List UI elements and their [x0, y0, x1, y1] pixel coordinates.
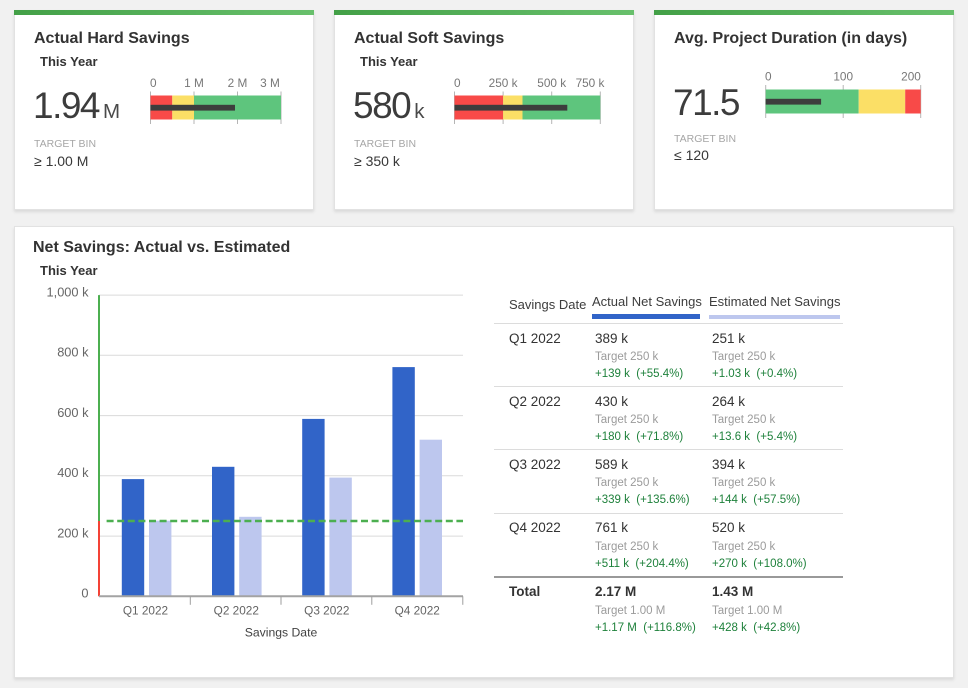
svg-text:0: 0	[765, 70, 772, 84]
svg-text:400 k: 400 k	[57, 465, 89, 480]
svg-text:0: 0	[81, 586, 88, 601]
svg-text:750 k: 750 k	[576, 76, 605, 90]
svg-text:Q4 2022: Q4 2022	[395, 604, 440, 618]
svg-text:0: 0	[150, 76, 157, 90]
svg-text:0: 0	[454, 76, 461, 90]
svg-text:1,000 k: 1,000 k	[47, 285, 90, 300]
svg-text:Q3 2022: Q3 2022	[304, 604, 349, 618]
svg-text:200: 200	[901, 70, 921, 84]
svg-text:3 M: 3 M	[260, 76, 280, 90]
svg-text:100: 100	[833, 70, 853, 84]
svg-text:Savings Date: Savings Date	[245, 626, 318, 640]
svg-text:200 k: 200 k	[57, 526, 89, 541]
svg-text:Q1 2022: Q1 2022	[123, 604, 168, 618]
svg-text:250 k: 250 k	[489, 76, 518, 90]
svg-text:600 k: 600 k	[57, 405, 89, 420]
svg-text:500 k: 500 k	[537, 76, 566, 90]
svg-text:2 M: 2 M	[228, 76, 248, 90]
svg-text:1 M: 1 M	[184, 76, 204, 90]
svg-text:Q2 2022: Q2 2022	[214, 604, 259, 618]
svg-text:800 k: 800 k	[57, 345, 89, 360]
